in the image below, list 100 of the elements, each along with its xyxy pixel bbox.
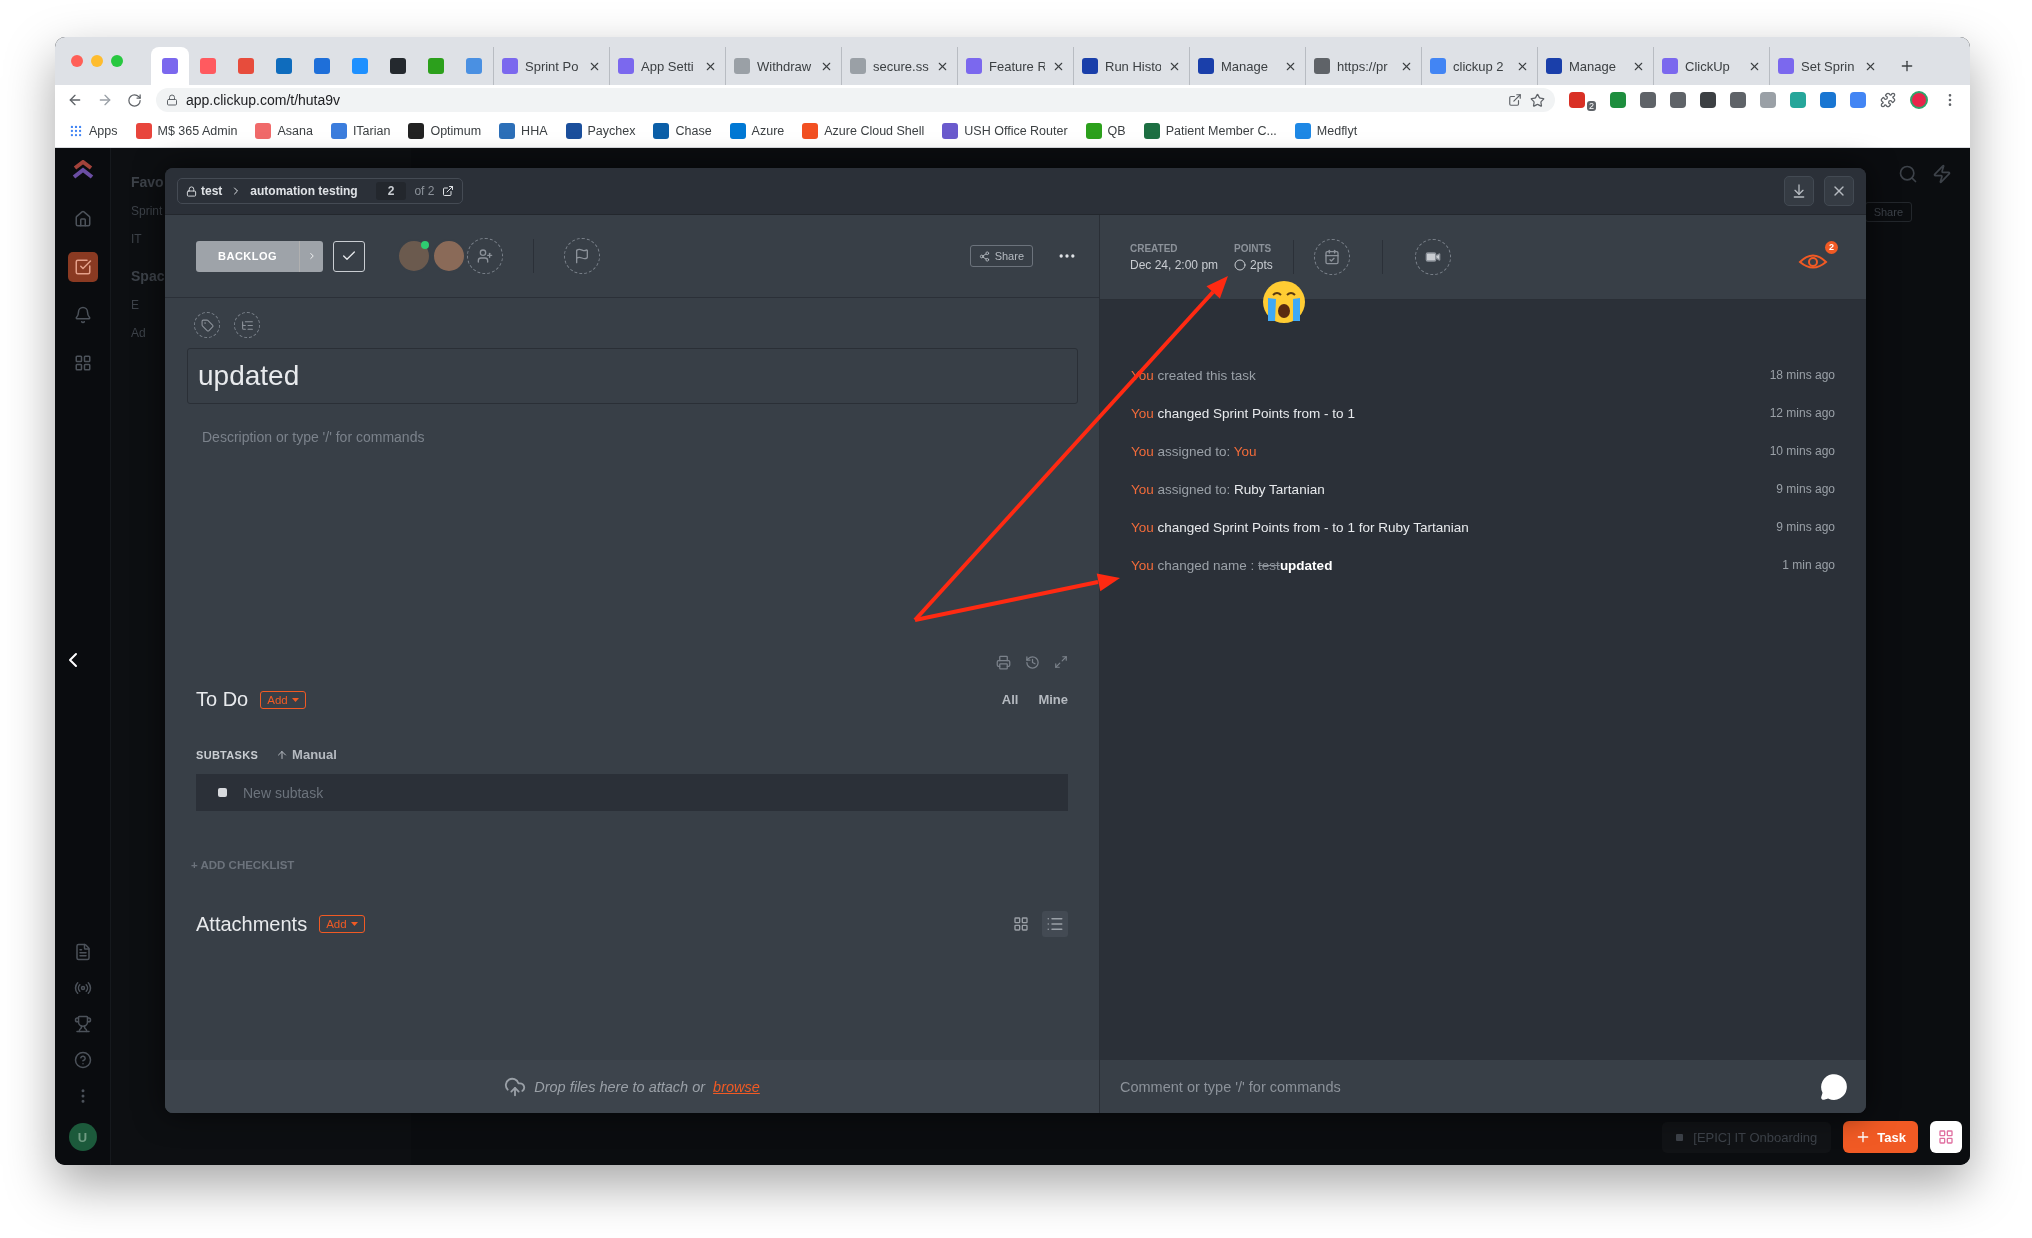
points-value[interactable]: 2pts bbox=[1234, 257, 1273, 272]
bookmark-link[interactable]: QB bbox=[1085, 123, 1126, 139]
site-icon bbox=[1778, 58, 1794, 74]
activity-time: 9 mins ago bbox=[1776, 520, 1835, 534]
help-icon[interactable] bbox=[73, 1051, 92, 1069]
extension-icon[interactable] bbox=[1569, 92, 1585, 108]
activity-time: 18 mins ago bbox=[1769, 368, 1835, 382]
bookmark-star-icon[interactable] bbox=[1530, 92, 1545, 108]
bookmark-link[interactable]: Optimum bbox=[408, 123, 482, 139]
site-icon bbox=[162, 58, 178, 74]
site-icon bbox=[1198, 58, 1214, 74]
expand-icon[interactable] bbox=[1054, 655, 1068, 669]
forward-icon[interactable] bbox=[97, 92, 113, 108]
created-date: Dec 24, 2:00 pm bbox=[1130, 257, 1219, 272]
extensions-icon[interactable] bbox=[1880, 92, 1896, 108]
breadcrumb-link[interactable]: test bbox=[186, 184, 223, 198]
bookmark-link[interactable]: Chase bbox=[653, 123, 712, 139]
checkbox-icon[interactable] bbox=[73, 258, 92, 276]
minimize-button[interactable] bbox=[1784, 176, 1814, 206]
extension-badge: 2 bbox=[1587, 101, 1596, 111]
breadcrumb-link[interactable]: automation testing bbox=[250, 184, 358, 198]
bookmark-link[interactable]: Azure bbox=[729, 123, 785, 139]
site-icon bbox=[565, 123, 582, 139]
home-icon[interactable] bbox=[73, 210, 92, 228]
extension-icon[interactable] bbox=[1820, 92, 1836, 108]
site-icon bbox=[942, 123, 959, 139]
bookmark-link[interactable]: Paychex bbox=[565, 123, 636, 139]
bell-icon[interactable] bbox=[73, 306, 92, 324]
share-icon bbox=[978, 250, 990, 262]
document-icon[interactable] bbox=[73, 943, 92, 961]
reload-icon[interactable] bbox=[127, 92, 142, 108]
subtasks-label: SUBTASKS bbox=[196, 748, 259, 761]
broadcast-icon[interactable] bbox=[73, 979, 92, 997]
site-icon bbox=[734, 58, 750, 74]
lock-icon bbox=[186, 185, 197, 197]
drop-text: Drop files here to attach or bbox=[534, 1078, 706, 1095]
flag-icon bbox=[574, 248, 591, 264]
bookmark-link[interactable]: Medflyt bbox=[1294, 123, 1358, 139]
next-status-button[interactable] bbox=[299, 240, 324, 272]
history-icon[interactable] bbox=[1025, 655, 1040, 670]
drop-zone[interactable]: Drop files here to attach or browse bbox=[165, 1060, 1099, 1113]
site-icon bbox=[653, 123, 670, 139]
bookmark-link[interactable]: Patient Member C... bbox=[1143, 123, 1277, 139]
close-button[interactable] bbox=[1824, 176, 1854, 206]
site-icon bbox=[1085, 123, 1102, 139]
bookmark-link[interactable]: Azure Cloud Shell bbox=[802, 123, 925, 139]
grid-icon[interactable] bbox=[73, 354, 92, 372]
bookmark-link[interactable]: M$ 365 Admin bbox=[135, 123, 238, 139]
bookmark-link[interactable]: USH Office Router bbox=[942, 123, 1068, 139]
site-icon bbox=[276, 58, 292, 74]
arrow-up-icon bbox=[276, 748, 289, 761]
bookmark-link[interactable]: HHA bbox=[499, 123, 548, 139]
profile-avatar[interactable] bbox=[1910, 91, 1928, 109]
close-window-button[interactable] bbox=[71, 55, 83, 67]
extension-icon[interactable] bbox=[1610, 92, 1626, 108]
comment-icon[interactable] bbox=[1820, 1072, 1848, 1101]
open-icon[interactable] bbox=[442, 185, 455, 197]
apps-button[interactable] bbox=[1930, 1121, 1962, 1153]
activity-time: 12 mins ago bbox=[1769, 406, 1835, 420]
share-button[interactable]: Share bbox=[969, 245, 1033, 267]
site-icon bbox=[1143, 123, 1160, 139]
site-icon bbox=[135, 123, 152, 139]
sort-button[interactable]: Manual bbox=[276, 747, 337, 762]
filter-link[interactable]: All bbox=[1001, 692, 1019, 707]
extension-icon[interactable] bbox=[1730, 92, 1746, 108]
open-external-icon[interactable] bbox=[1508, 93, 1522, 107]
lock-icon bbox=[166, 94, 178, 106]
upload-cloud-icon bbox=[504, 1075, 527, 1098]
extension-icon[interactable] bbox=[1670, 92, 1686, 108]
extension-icon[interactable] bbox=[1700, 92, 1716, 108]
bookmark-link[interactable]: Asana bbox=[255, 123, 313, 139]
points-icon bbox=[1234, 258, 1247, 271]
list-icon bbox=[1046, 915, 1064, 933]
list-view-button[interactable] bbox=[1042, 911, 1068, 937]
site-icon bbox=[238, 58, 254, 74]
complete-button[interactable] bbox=[333, 240, 366, 272]
bookmark-link[interactable]: ITarian bbox=[330, 123, 391, 139]
trophy-icon[interactable] bbox=[73, 1015, 92, 1033]
site-icon bbox=[255, 123, 272, 139]
grid-icon bbox=[1938, 1129, 1954, 1145]
search-icon[interactable] bbox=[1898, 164, 1918, 184]
back-icon[interactable] bbox=[67, 92, 83, 108]
site-icon bbox=[314, 58, 330, 74]
apps-grid-icon bbox=[69, 124, 83, 138]
task-title-field[interactable]: updated bbox=[187, 348, 1078, 404]
new-tab-icon[interactable] bbox=[1899, 58, 1915, 74]
extension-icon[interactable] bbox=[1640, 92, 1656, 108]
address-bar[interactable]: app.clickup.com/t/huta9v bbox=[156, 88, 1555, 112]
activity-text: You changed name : testupdated bbox=[1131, 557, 1333, 573]
bookmark-link[interactable]: Apps bbox=[69, 124, 118, 138]
rail-item[interactable] bbox=[67, 252, 98, 282]
video-camera-icon bbox=[1424, 249, 1441, 265]
site-icon bbox=[330, 123, 347, 139]
print-icon[interactable] bbox=[996, 655, 1011, 670]
tag-icon bbox=[200, 318, 214, 332]
lightning-icon[interactable] bbox=[1932, 164, 1952, 184]
filter-link[interactable]: Mine bbox=[1038, 692, 1068, 707]
download-icon bbox=[1791, 183, 1807, 199]
site-icon bbox=[466, 58, 482, 74]
crying-face-drawing bbox=[1263, 281, 1305, 323]
